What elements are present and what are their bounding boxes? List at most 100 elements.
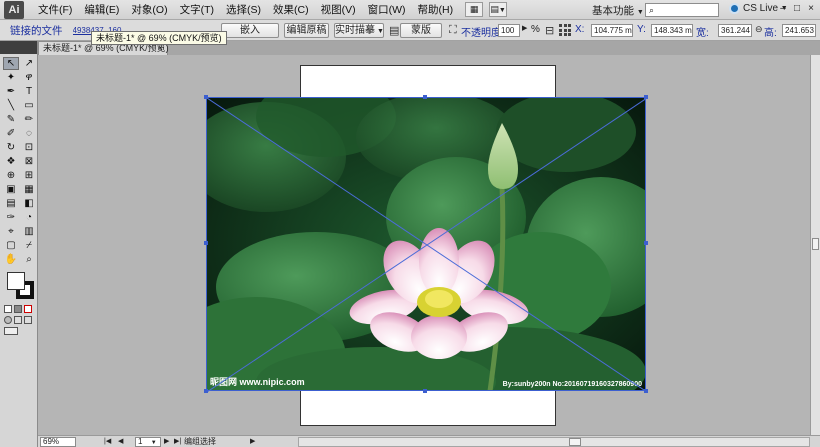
menu-view[interactable]: 视图(V) (315, 2, 362, 17)
link-proportions-icon[interactable]: ⊖ (755, 24, 763, 35)
panel-grip[interactable] (0, 41, 37, 54)
color-mode-buttons (4, 305, 37, 313)
slice-tool-icon[interactable]: ▥ (21, 225, 37, 238)
close-button[interactable]: × (804, 2, 818, 16)
y-label: Y: (637, 24, 646, 35)
menu-select[interactable]: 选择(S) (220, 2, 267, 17)
blend-tool-icon[interactable]: ◧ (21, 197, 37, 210)
width-input[interactable]: 361.244 mm (718, 24, 752, 37)
tools-panel: ↖ ↗ ✦ ዋ ✒ T ╲ ▭ ✎ ✏ ✐ ◌ ↻ ⊡ ❖ ⊠ ⊕ ⊞ ▣ ▦ ▤ ◧ ✑ ◔ ⌖ ▥ ▢ ⌿ ✋ ⌕ (0, 41, 38, 447)
free-transform-tool-icon[interactable]: ⊠ (21, 155, 37, 168)
crop-tool-icon[interactable]: ▢ (3, 239, 19, 252)
selection-tool-icon[interactable]: ↖ (3, 57, 19, 70)
menu-file[interactable]: 文件(F) (32, 2, 78, 17)
lasso-tool-icon[interactable]: ዋ (21, 71, 37, 84)
artboard-tool-icon[interactable]: ⌖ (3, 225, 19, 238)
eraser-tool-icon[interactable]: ◌ (21, 127, 37, 140)
chevron-down-icon: ▼ (377, 28, 384, 35)
vertical-scroll-thumb[interactable] (812, 238, 819, 250)
align-icon[interactable]: ⊟ (545, 24, 554, 37)
hand-tool-icon[interactable]: ✋ (3, 253, 19, 266)
bridge-button[interactable]: ▦ (465, 2, 484, 17)
status-menu-button[interactable]: ▶ (250, 437, 255, 447)
warp-tool-icon[interactable]: ❖ (3, 155, 19, 168)
menu-help[interactable]: 帮助(H) (412, 2, 460, 17)
edit-original-button[interactable]: 编辑原稿 (284, 23, 329, 38)
magic-wand-tool-icon[interactable]: ✦ (3, 71, 19, 84)
vertical-scrollbar[interactable] (810, 55, 820, 435)
y-input[interactable]: 148.343 mm (651, 24, 693, 37)
embed-button[interactable]: 嵌入 (221, 23, 279, 38)
x-input[interactable]: 104.775 mm (591, 24, 633, 37)
mask-button[interactable]: 蒙版 (400, 23, 442, 38)
menu-effect[interactable]: 效果(C) (267, 2, 315, 17)
opacity-unit: % (531, 24, 540, 35)
status-text[interactable]: 编组选择 (184, 436, 216, 447)
draw-inside-button[interactable] (24, 316, 32, 324)
page-number: 1 (138, 437, 143, 446)
rectangle-tool-icon[interactable]: ▭ (21, 99, 37, 112)
chevron-right-icon[interactable]: ▶ (522, 24, 527, 32)
gradient-tool-icon[interactable]: ▦ (21, 183, 37, 196)
live-paint-selection-tool-icon[interactable]: ◔ (21, 211, 37, 224)
mesh-tool-icon[interactable]: ▣ (3, 183, 19, 196)
knife-tool-icon[interactable]: ⌿ (21, 239, 37, 252)
pencil-tool-icon[interactable]: ✏ (21, 113, 37, 126)
zoom-select[interactable]: 69% ▼ (40, 437, 76, 447)
type-tool-icon[interactable]: T (21, 85, 37, 98)
arrange-docs-button[interactable]: ▤▼ (489, 2, 508, 17)
horizontal-scroll-thumb[interactable] (569, 438, 581, 446)
canvas-area[interactable]: 昵图网 www.nipic.com By:sunby200n No:201607… (38, 55, 810, 435)
bridge-icon: ▦ (469, 4, 479, 14)
search-icon: ⌕ (649, 5, 655, 15)
next-page-button[interactable]: ▶ (164, 437, 169, 447)
blob-brush-tool-icon[interactable]: ✐ (3, 127, 19, 140)
draw-normal-button[interactable] (4, 316, 12, 324)
first-page-button[interactable]: |◀ (104, 437, 111, 447)
trace-options-icon[interactable]: ▤ (389, 24, 399, 37)
rotate-tool-icon[interactable]: ↻ (3, 141, 19, 154)
watermark-left: 昵图网 www.nipic.com (210, 377, 305, 387)
zoom-tool-icon[interactable]: ⌕ (21, 253, 37, 266)
restore-button[interactable]: □ (790, 2, 804, 16)
scale-tool-icon[interactable]: ⊡ (21, 141, 37, 154)
column-graph-tool-icon[interactable]: ⊞ (21, 169, 37, 182)
x-label: X: (575, 24, 585, 35)
direct-selection-tool-icon[interactable]: ↗ (21, 57, 37, 70)
height-label: 高: (764, 28, 777, 39)
gradient-mode-button[interactable] (14, 305, 22, 313)
cs-live-label: CS Live (743, 3, 779, 14)
prev-page-button[interactable]: ◀ (118, 437, 123, 447)
opacity-input[interactable]: 100 (498, 24, 520, 37)
minimize-button[interactable]: – (776, 2, 790, 16)
paintbrush-tool-icon[interactable]: ✎ (3, 113, 19, 126)
placed-lotus-image[interactable]: 昵图网 www.nipic.com By:sunby200n No:201607… (206, 97, 646, 391)
horizontal-scrollbar[interactable] (298, 437, 810, 447)
none-mode-button[interactable] (24, 305, 32, 313)
draw-behind-button[interactable] (14, 316, 22, 324)
live-trace-button[interactable]: 实时描摹 ▼ (334, 23, 384, 38)
line-segment-tool-icon[interactable]: ╲ (3, 99, 19, 112)
document-tooltip: 未标题-1* @ 69% (CMYK/预览) (91, 31, 227, 45)
workspace-switcher[interactable]: 基本功能 ▼ (592, 3, 644, 18)
arrange-icon: ▤ (490, 4, 499, 14)
menu-edit[interactable]: 编辑(E) (78, 2, 125, 17)
menu-object[interactable]: 对象(O) (125, 2, 173, 17)
width-label: 宽: (696, 28, 709, 39)
last-page-button[interactable]: ▶| (174, 437, 181, 447)
menu-type[interactable]: 文字(T) (174, 2, 220, 17)
menu-window[interactable]: 窗口(W) (362, 2, 412, 17)
height-input[interactable]: 241.653 m (782, 24, 816, 37)
fill-swatch[interactable] (7, 272, 25, 290)
page-select[interactable]: 1 ▼ (135, 437, 161, 447)
color-mode-button[interactable] (4, 305, 12, 313)
help-search-input[interactable]: ⌕ (645, 3, 719, 17)
recolor-icon[interactable]: ⛶ (449, 24, 457, 37)
pen-tool-icon[interactable]: ✒ (3, 85, 19, 98)
symbol-sprayer-tool-icon[interactable]: ⊕ (3, 169, 19, 182)
reference-point-icon[interactable] (559, 24, 572, 37)
live-paint-tool-icon[interactable]: ✑ (3, 211, 19, 224)
eyedropper-tool-icon[interactable]: ▤ (3, 197, 19, 210)
chevron-down-icon: ▼ (636, 9, 644, 16)
screen-mode-button[interactable] (4, 327, 18, 335)
